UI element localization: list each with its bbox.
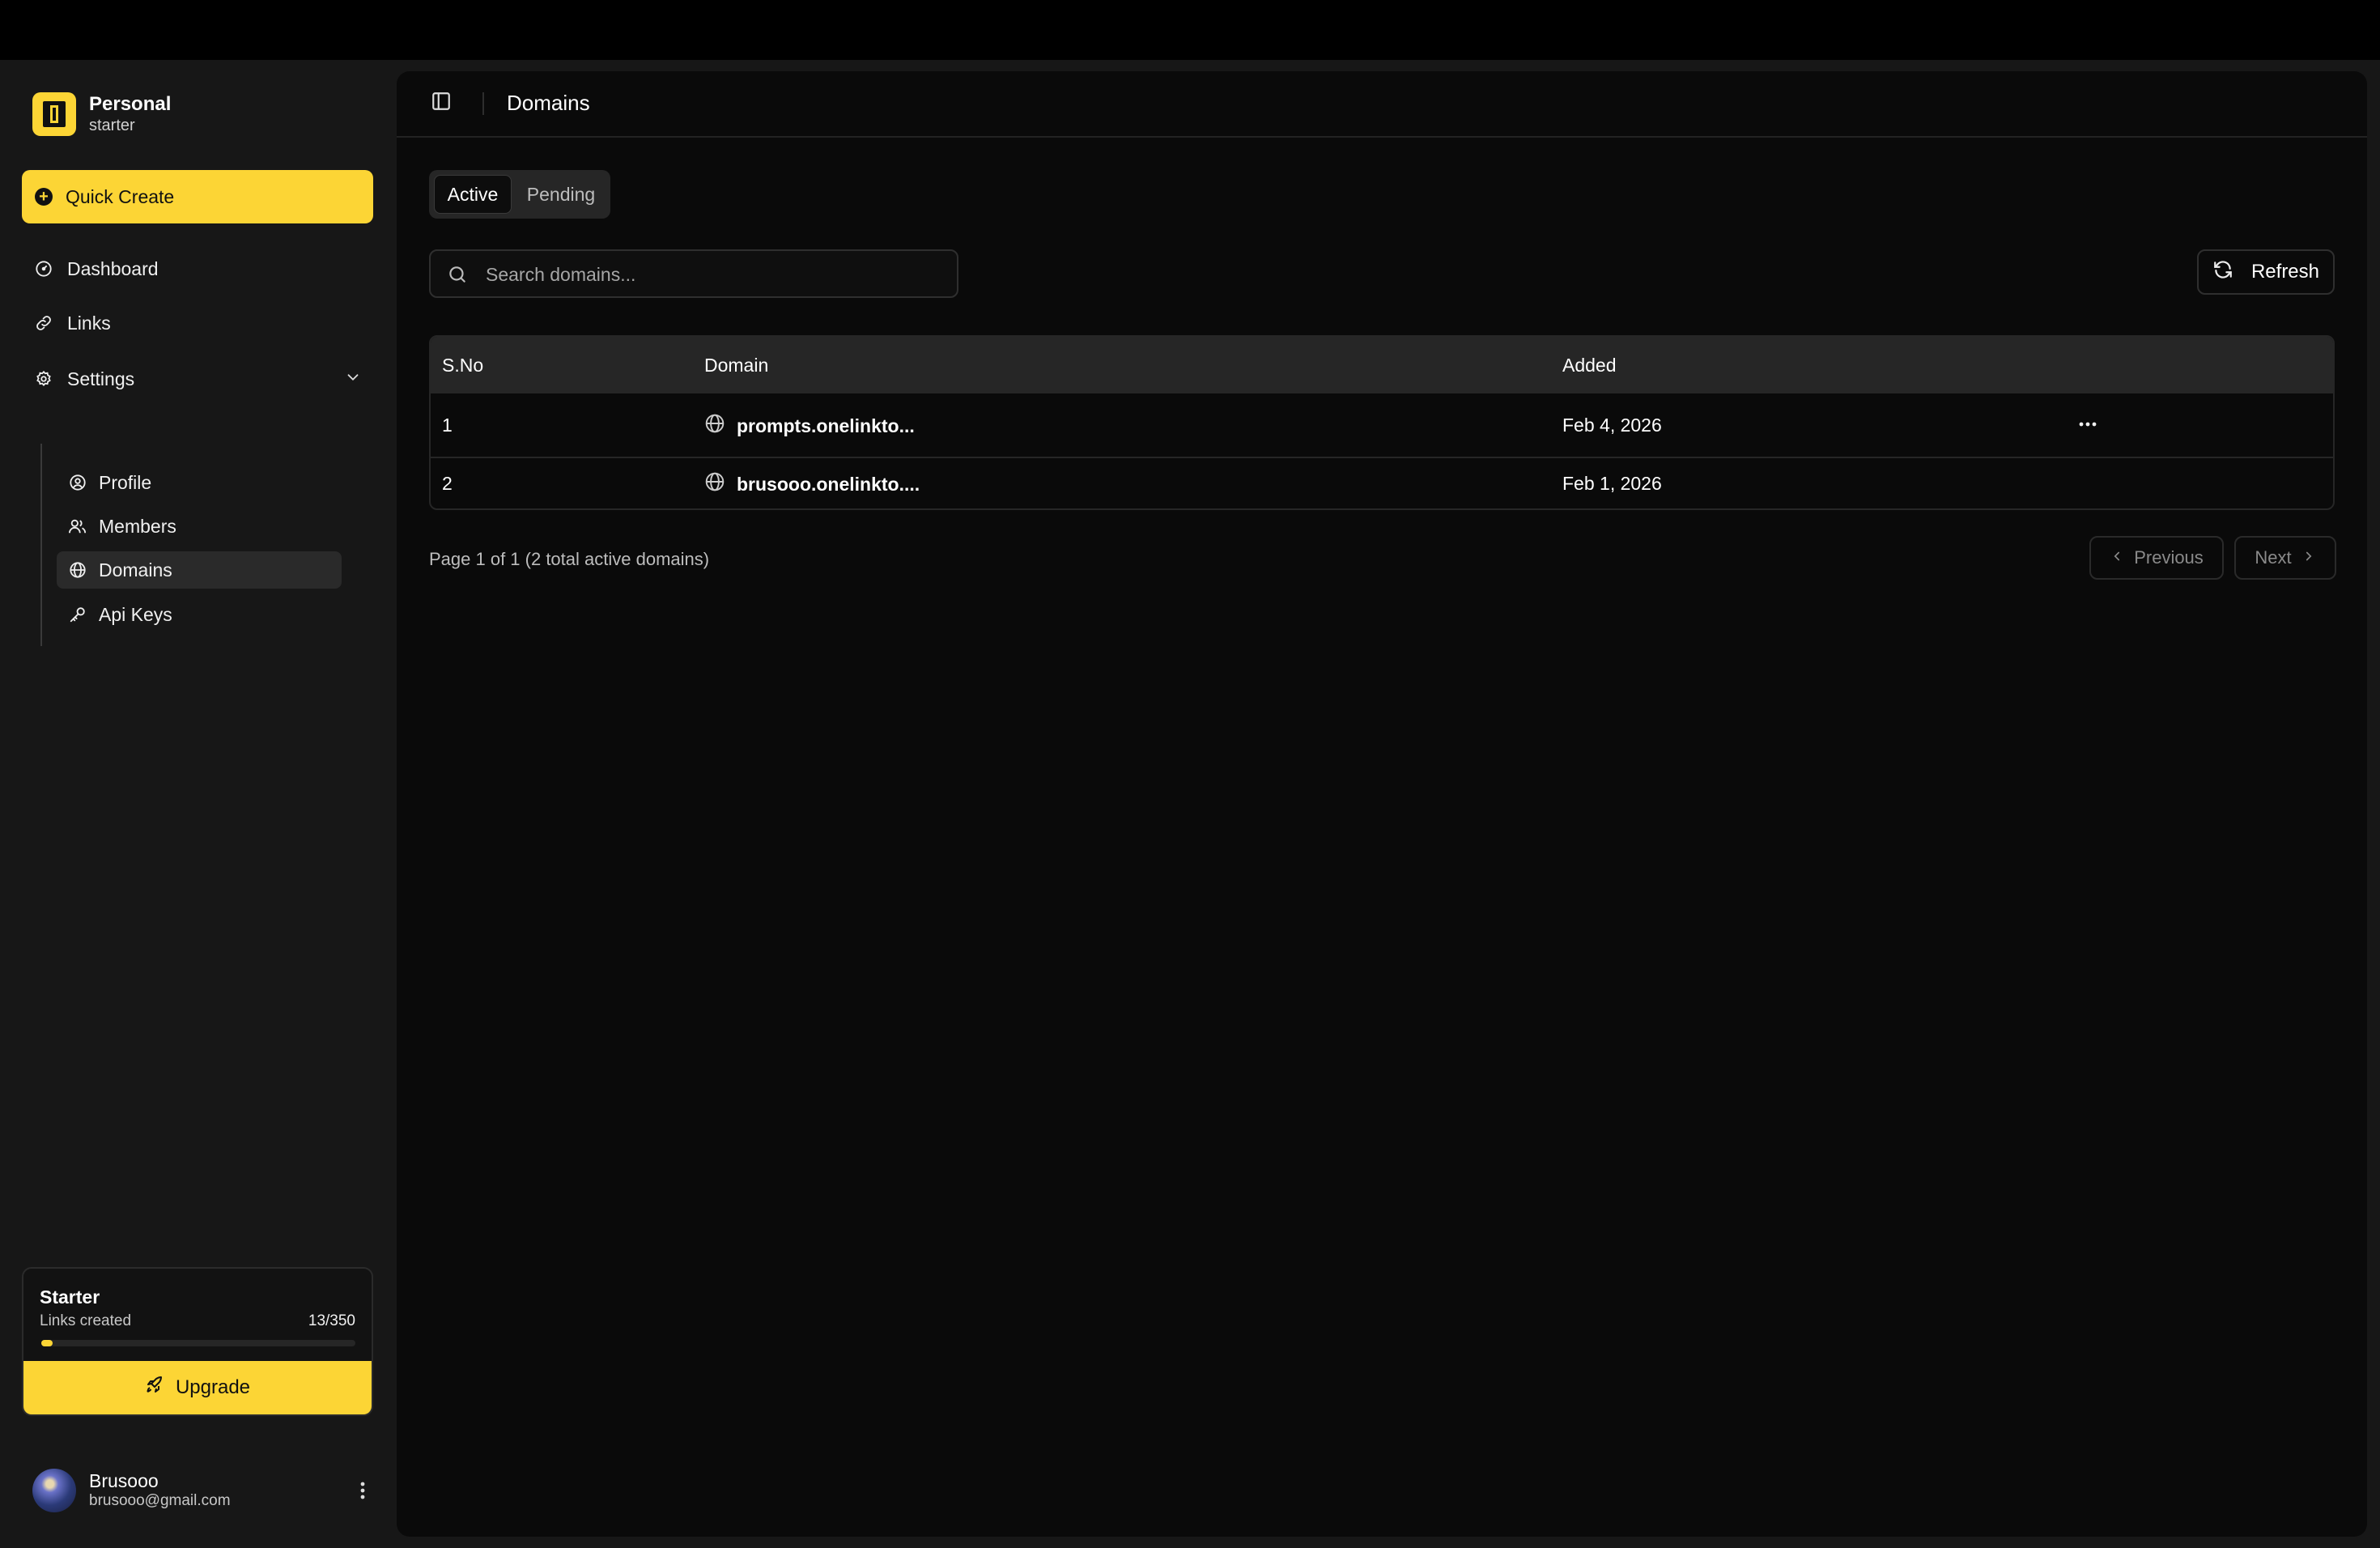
sidebar-item-label: Links <box>67 312 111 334</box>
refresh-icon <box>2212 259 2233 286</box>
gear-icon <box>33 368 54 389</box>
usage-progress-bar <box>41 1340 355 1346</box>
link-icon <box>33 313 54 334</box>
table-row[interactable]: 2 brusooo.onelinkto.... Feb 1, 2026 <box>431 458 2333 508</box>
quick-create-button[interactable]: + Quick Create <box>22 170 373 223</box>
status-tabs: Active Pending <box>429 170 610 219</box>
row-added-date: Feb 1, 2026 <box>1562 473 1662 494</box>
globe-icon <box>704 471 725 497</box>
globe-icon <box>704 413 725 439</box>
user-email: brusooo@gmail.com <box>89 1492 231 1509</box>
row-sno: 2 <box>442 473 453 494</box>
sidebar-item-links[interactable]: Links <box>22 300 373 346</box>
sidebar-item-label: Profile <box>99 471 152 493</box>
upgrade-label: Upgrade <box>175 1376 251 1398</box>
chevron-right-icon <box>2301 547 2316 568</box>
search-box <box>429 249 958 298</box>
plan-usage-label: Links created <box>40 1312 132 1329</box>
refresh-label: Refresh <box>2250 261 2320 283</box>
previous-label: Previous <box>2134 547 2204 568</box>
workspace-switcher[interactable]: Personal starter <box>32 92 171 136</box>
usage-progress-fill <box>41 1340 53 1346</box>
chevron-down-icon <box>344 368 362 391</box>
tab-active[interactable]: Active <box>434 175 512 214</box>
table-row[interactable]: 1 prompts.onelinkto... Feb 4, 2026 <box>431 393 2333 458</box>
globe-icon <box>68 560 87 580</box>
key-icon <box>68 605 87 624</box>
previous-page-button[interactable]: Previous <box>2089 536 2224 580</box>
sidebar-item-label: Members <box>99 515 176 537</box>
divider <box>482 92 484 115</box>
main-content: Domains Active Pending Refresh S.No Doma… <box>397 71 2367 1537</box>
avatar <box>32 1469 76 1512</box>
vertical-dots-icon[interactable] <box>353 1478 372 1503</box>
top-bar: Domains <box>397 71 2367 138</box>
column-header-sno: S.No <box>442 355 484 376</box>
search-icon <box>447 264 468 289</box>
users-icon <box>68 517 87 536</box>
plus-circle-icon: + <box>35 188 53 206</box>
column-header-domain: Domain <box>704 355 769 376</box>
search-input[interactable] <box>484 257 941 291</box>
plan-title: Starter <box>40 1286 100 1308</box>
user-profile[interactable]: Brusooo brusooo@gmail.com <box>32 1469 372 1512</box>
pagination-info: Page 1 of 1 (2 total active domains) <box>429 549 710 569</box>
sidebar-item-label: Domains <box>99 559 172 580</box>
plan-usage-card: Starter Links created 13/350 Upgrade <box>22 1267 373 1416</box>
workspace-name: Personal <box>89 93 172 115</box>
quick-create-label: Quick Create <box>66 185 175 207</box>
sidebar-item-domains[interactable]: Domains <box>57 551 342 589</box>
sidebar-item-label: Dashboard <box>67 257 159 279</box>
rocket-icon <box>145 1376 164 1401</box>
settings-submenu-line <box>40 444 42 646</box>
sidebar-item-settings[interactable]: Settings <box>22 356 373 402</box>
tab-pending[interactable]: Pending <box>516 175 606 214</box>
plan-usage-count: 13/350 <box>308 1312 355 1329</box>
domain-name: brusooo.onelinkto.... <box>737 473 920 495</box>
table-header: S.No Domain Added <box>431 337 2333 393</box>
domain-name: prompts.onelinkto... <box>737 415 915 436</box>
next-label: Next <box>2255 547 2292 568</box>
chevron-left-icon <box>2110 547 2124 568</box>
sidebar-item-label: Api Keys <box>99 603 172 625</box>
app-window: Personal starter + Quick Create Dashboar… <box>0 60 2380 1548</box>
sidebar-item-profile[interactable]: Profile <box>57 464 342 501</box>
workspace-plan: starter <box>89 117 135 134</box>
sidebar-toggle-icon[interactable] <box>431 91 455 115</box>
user-circle-icon <box>68 473 87 492</box>
workspace-logo-icon <box>32 92 76 136</box>
gauge-icon <box>33 258 54 279</box>
page-title: Domains <box>507 91 590 115</box>
more-horizontal-icon[interactable] <box>2076 415 2100 434</box>
sidebar-item-label: Settings <box>67 368 135 389</box>
row-sno: 1 <box>442 415 453 436</box>
row-added-date: Feb 4, 2026 <box>1562 415 1662 436</box>
domains-table: S.No Domain Added 1 prompts.onelinkto...… <box>429 335 2335 510</box>
column-header-added: Added <box>1562 355 1617 376</box>
next-page-button[interactable]: Next <box>2234 536 2336 580</box>
upgrade-button[interactable]: Upgrade <box>23 1361 372 1414</box>
sidebar-item-api-keys[interactable]: Api Keys <box>57 596 342 633</box>
sidebar: Personal starter + Quick Create Dashboar… <box>0 60 397 1548</box>
sidebar-item-dashboard[interactable]: Dashboard <box>22 246 373 291</box>
row-domain: prompts.onelinkto... <box>704 413 915 439</box>
sidebar-item-members[interactable]: Members <box>57 508 342 545</box>
refresh-button[interactable]: Refresh <box>2197 249 2335 295</box>
row-domain: brusooo.onelinkto.... <box>704 471 920 497</box>
user-name: Brusooo <box>89 1470 159 1491</box>
